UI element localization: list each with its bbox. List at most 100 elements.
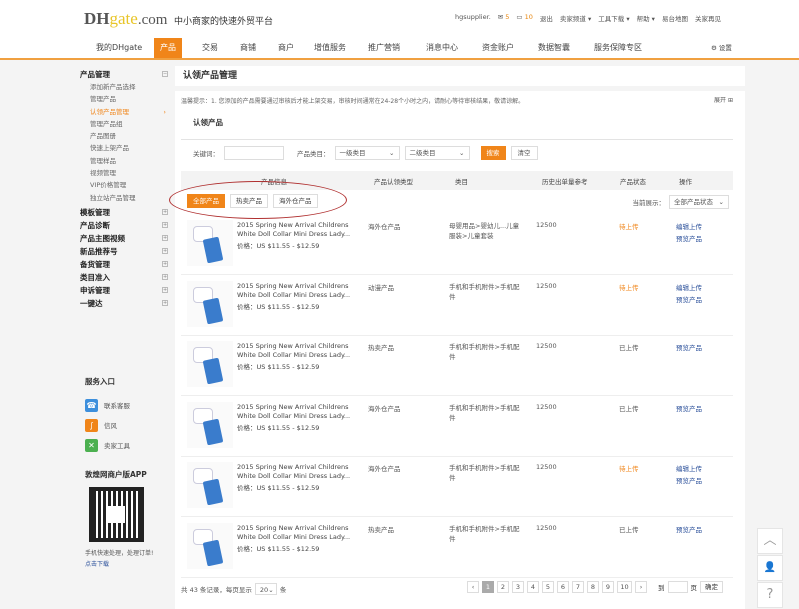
preview-product-link[interactable]: 预览产品 bbox=[676, 475, 702, 487]
product-thumbnail[interactable] bbox=[187, 462, 233, 508]
preview-product-link[interactable]: 预览产品 bbox=[676, 233, 702, 245]
page-button[interactable]: 1 bbox=[482, 581, 494, 593]
page-button[interactable]: 7 bbox=[572, 581, 584, 593]
sidebar-item[interactable]: 管理产品 bbox=[80, 93, 172, 105]
app-download-link[interactable]: 点击下载 bbox=[85, 559, 175, 568]
next-page-button[interactable]: › bbox=[635, 581, 647, 593]
sidebar-item-active[interactable]: 认领产品管理 › bbox=[80, 106, 172, 118]
product-thumbnail[interactable] bbox=[187, 401, 233, 448]
preview-product-link[interactable]: 预览产品 bbox=[676, 294, 702, 306]
dhgate-logo[interactable]: DHgate.com bbox=[84, 9, 167, 29]
goto-page-input[interactable] bbox=[667, 581, 688, 593]
product-name[interactable]: 2015 Spring New Arrival Childrens White … bbox=[237, 524, 357, 542]
product-name[interactable]: 2015 Spring New Arrival Childrens White … bbox=[237, 221, 357, 239]
nav-trade[interactable]: 交易 bbox=[196, 38, 224, 58]
tools-download-menu[interactable]: 工具下载 ▾ bbox=[598, 13, 629, 23]
logout-link[interactable]: 退出 bbox=[540, 13, 553, 23]
page-button[interactable]: 8 bbox=[587, 581, 599, 593]
sidebar-item[interactable]: 管理产品组 bbox=[80, 118, 172, 130]
sidebar-item[interactable]: 产品图册 bbox=[80, 130, 172, 142]
sidebar-item[interactable]: 管理样品 bbox=[80, 155, 172, 167]
status-select[interactable]: 全部产品状态 ⌄ bbox=[669, 195, 729, 209]
nav-marketing[interactable]: 推广营销 bbox=[362, 38, 406, 58]
nav-service-guarantee[interactable]: 服务保障专区 bbox=[588, 38, 648, 58]
sidebar-item[interactable]: 视频管理 bbox=[80, 167, 172, 179]
message-count[interactable]: ▭ 10 bbox=[516, 13, 533, 23]
header-link[interactable]: 关家再见 bbox=[695, 13, 721, 23]
sidebar-group[interactable]: 产品诊断 + bbox=[80, 219, 172, 232]
product-thumbnail[interactable] bbox=[187, 341, 233, 387]
page-button[interactable]: 3 bbox=[512, 581, 524, 593]
username[interactable]: hgsupplier. bbox=[455, 13, 491, 23]
mail-count[interactable]: ✉ 5 bbox=[498, 13, 510, 23]
page-button[interactable]: 2 bbox=[497, 581, 509, 593]
sidebar-group[interactable]: 产品主图视频 + bbox=[80, 232, 172, 245]
customer-service-button[interactable]: 👤 bbox=[757, 555, 783, 581]
nav-value-added[interactable]: 增值服务 bbox=[308, 38, 352, 58]
page-button[interactable]: 5 bbox=[542, 581, 554, 593]
category-level2-select[interactable]: 二级类目 ⌄ bbox=[404, 146, 470, 160]
product-thumbnail[interactable] bbox=[187, 522, 233, 569]
search-button[interactable]: 搜索 bbox=[480, 146, 506, 160]
page-button[interactable]: 6 bbox=[557, 581, 569, 593]
collapse-icon[interactable]: − bbox=[162, 71, 168, 77]
product-name[interactable]: 2015 Spring New Arrival Childrens White … bbox=[237, 342, 357, 360]
keyword-input[interactable] bbox=[224, 146, 284, 160]
expand-icon[interactable]: + bbox=[162, 234, 168, 241]
product-name[interactable]: 2015 Spring New Arrival Childrens White … bbox=[237, 403, 357, 421]
clear-button[interactable]: 清空 bbox=[510, 146, 538, 160]
edit-upload-link[interactable]: 编辑上传 bbox=[676, 221, 702, 233]
back-to-top-button[interactable]: ︿ bbox=[757, 528, 783, 554]
nav-funds[interactable]: 资金账户 bbox=[476, 38, 520, 58]
sidebar-item[interactable]: 快速上架产品 bbox=[80, 142, 172, 154]
category-level1-select[interactable]: 一级类目 ⌄ bbox=[334, 146, 400, 160]
preview-product-link[interactable]: 预览产品 bbox=[676, 524, 702, 536]
expand-icon[interactable]: + bbox=[162, 221, 168, 228]
expand-icon[interactable]: + bbox=[162, 299, 168, 306]
product-name[interactable]: 2015 Spring New Arrival Childrens White … bbox=[237, 463, 357, 481]
sidebar-group[interactable]: 模板管理 + bbox=[80, 206, 172, 219]
nav-data[interactable]: 数据智囊 bbox=[532, 38, 576, 58]
sidebar-item[interactable]: 添加新产品选择 bbox=[80, 81, 172, 93]
nav-my-dhgate[interactable]: 我的DHgate bbox=[90, 38, 148, 58]
seller-channel-menu[interactable]: 卖家频道 ▾ bbox=[560, 13, 591, 23]
help-menu[interactable]: 帮助 ▾ bbox=[637, 13, 655, 23]
edit-upload-link[interactable]: 编辑上传 bbox=[676, 282, 702, 294]
nav-messages[interactable]: 消息中心 bbox=[420, 38, 464, 58]
sidebar-item[interactable]: 独立站产品管理 bbox=[80, 192, 172, 204]
page-button[interactable]: 9 bbox=[602, 581, 614, 593]
nav-store[interactable]: 商铺 bbox=[234, 38, 262, 58]
service-customer-support[interactable]: ☎ 联系客服 bbox=[85, 395, 175, 415]
nav-merchant[interactable]: 商户 bbox=[272, 38, 300, 58]
product-thumbnail[interactable] bbox=[187, 220, 233, 266]
service-xinfeng[interactable]: ∫ 信风 bbox=[85, 415, 175, 435]
page-button[interactable]: 4 bbox=[527, 581, 539, 593]
sitemap-link[interactable]: 易台地图 bbox=[662, 13, 688, 23]
expand-icon[interactable]: + bbox=[162, 260, 168, 267]
expand-button[interactable]: 展开 ⊞ bbox=[714, 95, 733, 104]
page-button[interactable]: 10 bbox=[617, 581, 632, 593]
product-thumbnail[interactable] bbox=[187, 280, 233, 327]
expand-icon[interactable]: + bbox=[162, 208, 168, 215]
sidebar-group-product-management[interactable]: 产品管理 − bbox=[80, 68, 172, 81]
prev-page-button[interactable]: ‹ bbox=[467, 581, 479, 593]
settings-link[interactable]: ⚙ 设置 bbox=[705, 38, 738, 58]
sidebar-group[interactable]: 备货管理 + bbox=[80, 258, 172, 271]
product-name[interactable]: 2015 Spring New Arrival Childrens White … bbox=[237, 282, 357, 300]
help-button[interactable]: ? bbox=[757, 582, 783, 608]
preview-product-link[interactable]: 预览产品 bbox=[676, 342, 702, 354]
sidebar-group[interactable]: 类目准入 + bbox=[80, 271, 172, 284]
sidebar-group[interactable]: 新品推荐号 + bbox=[80, 245, 172, 258]
preview-product-link[interactable]: 预览产品 bbox=[676, 403, 702, 415]
nav-products[interactable]: 产品 bbox=[154, 38, 182, 58]
expand-icon[interactable]: + bbox=[162, 247, 168, 254]
expand-icon[interactable]: + bbox=[162, 273, 168, 280]
sidebar-group[interactable]: 申诉管理 + bbox=[80, 284, 172, 297]
page-size-select[interactable]: 20 ⌄ bbox=[254, 583, 277, 595]
goto-confirm-button[interactable]: 确定 bbox=[700, 581, 723, 593]
service-seller-tools[interactable]: ✕ 卖家工具 bbox=[85, 435, 175, 455]
sidebar-item[interactable]: VIP价格管理 bbox=[80, 179, 172, 191]
expand-icon[interactable]: + bbox=[162, 286, 168, 293]
edit-upload-link[interactable]: 编辑上传 bbox=[676, 463, 702, 475]
sidebar-group[interactable]: 一键达 + bbox=[80, 297, 172, 310]
